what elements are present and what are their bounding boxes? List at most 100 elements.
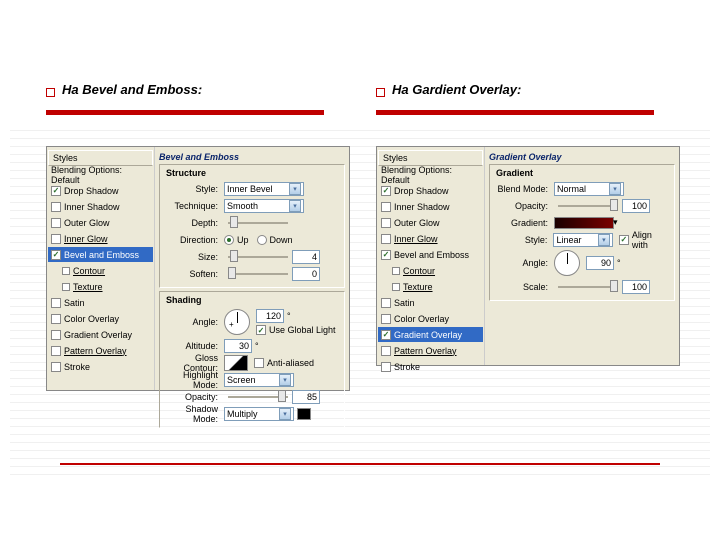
opacity-input[interactable]: 85 (292, 390, 320, 404)
style-checkbox[interactable] (51, 250, 61, 260)
angle-input[interactable]: 90 (586, 256, 614, 270)
shadow-mode-dropdown[interactable]: Multiply▾ (224, 407, 294, 421)
opacity-slider[interactable] (228, 396, 288, 398)
style-item[interactable]: Contour (48, 263, 153, 278)
slider-thumb[interactable] (610, 280, 618, 292)
style-label: Gradient Overlay (64, 330, 132, 340)
highlight-mode-dropdown[interactable]: Screen▾ (224, 373, 294, 387)
style-label: Blending Options: Default (381, 165, 480, 185)
shadow-color-swatch[interactable] (297, 408, 311, 420)
style-checkbox[interactable] (51, 298, 61, 308)
style-item[interactable]: Color Overlay (48, 311, 153, 326)
angle-dial[interactable] (554, 250, 580, 276)
style-label: Color Overlay (64, 314, 119, 324)
slider-thumb[interactable] (610, 199, 618, 211)
style-checkbox[interactable] (51, 362, 61, 372)
style-item[interactable]: Pattern Overlay (48, 343, 153, 358)
style-item[interactable]: Outer Glow (378, 215, 483, 230)
style-item[interactable]: Pattern Overlay (378, 343, 483, 358)
style-checkbox[interactable] (51, 186, 61, 196)
style-item[interactable]: Blending Options: Default (48, 167, 153, 182)
style-checkbox[interactable] (381, 202, 391, 212)
technique-dropdown[interactable]: Smooth▾ (224, 199, 304, 213)
style-label: Outer Glow (64, 218, 110, 228)
dropdown-value: Inner Bevel (227, 184, 273, 194)
slider-thumb[interactable] (230, 250, 238, 262)
style-item[interactable]: Color Overlay (378, 311, 483, 326)
chevron-down-icon[interactable]: ▾ (613, 217, 618, 228)
style-checkbox[interactable] (381, 314, 391, 324)
style-checkbox[interactable] (51, 218, 61, 228)
style-item[interactable]: Satin (378, 295, 483, 310)
style-checkbox[interactable] (62, 267, 70, 275)
style-checkbox[interactable] (51, 314, 61, 324)
style-item[interactable]: Inner Glow (48, 231, 153, 246)
style-dropdown[interactable]: Inner Bevel▾ (224, 182, 304, 196)
style-item[interactable]: Drop Shadow (378, 183, 483, 198)
style-checkbox[interactable] (381, 330, 391, 340)
slider-thumb[interactable] (230, 216, 238, 228)
style-checkbox[interactable] (51, 330, 61, 340)
gradient-swatch[interactable] (554, 217, 614, 229)
opacity-input[interactable]: 100 (622, 199, 650, 213)
style-checkbox[interactable] (392, 283, 400, 291)
style-item[interactable]: Drop Shadow (48, 183, 153, 198)
style-item[interactable]: Gradient Overlay (378, 327, 483, 342)
slider-thumb[interactable] (278, 390, 286, 402)
style-item[interactable]: Satin (48, 295, 153, 310)
altitude-input[interactable]: 30 (224, 339, 252, 353)
style-checkbox[interactable] (381, 346, 391, 356)
soften-input[interactable]: 0 (292, 267, 320, 281)
style-checkbox[interactable] (381, 234, 391, 244)
gradient-style-dropdown[interactable]: Linear▾ (553, 233, 612, 247)
angle-dial[interactable]: + (224, 309, 250, 335)
style-item[interactable]: Texture (378, 279, 483, 294)
style-item[interactable]: Outer Glow (48, 215, 153, 230)
global-light-label: Use Global Light (269, 325, 336, 335)
style-checkbox[interactable] (51, 346, 61, 356)
style-item[interactable]: Bevel and Emboss (48, 247, 153, 262)
dropdown-value: Linear (556, 235, 581, 245)
opacity-slider[interactable] (558, 205, 618, 207)
blend-mode-dropdown[interactable]: Normal▾ (554, 182, 624, 196)
style-checkbox[interactable] (51, 202, 61, 212)
scale-slider[interactable] (558, 286, 618, 288)
style-label: Style: (494, 235, 553, 245)
style-item[interactable]: Inner Shadow (48, 199, 153, 214)
angle-input[interactable]: 120 (256, 309, 284, 323)
style-item[interactable]: Blending Options: Default (378, 167, 483, 182)
style-item[interactable]: Inner Shadow (378, 199, 483, 214)
style-item[interactable]: Stroke (48, 359, 153, 374)
style-item[interactable]: Bevel and Emboss (378, 247, 483, 262)
depth-slider[interactable] (228, 222, 288, 224)
size-input[interactable]: 4 (292, 250, 320, 264)
style-checkbox[interactable] (392, 267, 400, 275)
direction-down-radio[interactable] (257, 235, 267, 245)
align-checkbox[interactable] (619, 235, 629, 245)
style-checkbox[interactable] (381, 186, 391, 196)
style-item[interactable]: Texture (48, 279, 153, 294)
group-label: Structure (166, 168, 340, 178)
gloss-contour-picker[interactable] (224, 355, 248, 371)
direction-up-radio[interactable] (224, 235, 234, 245)
soften-slider[interactable] (228, 273, 288, 275)
antialias-checkbox[interactable] (254, 358, 264, 368)
technique-label: Technique: (164, 201, 224, 211)
scale-input[interactable]: 100 (622, 280, 650, 294)
style-item[interactable]: Gradient Overlay (48, 327, 153, 342)
style-checkbox[interactable] (381, 298, 391, 308)
style-checkbox[interactable] (381, 250, 391, 260)
style-checkbox[interactable] (51, 234, 61, 244)
style-checkbox[interactable] (381, 362, 391, 372)
style-item[interactable]: Stroke (378, 359, 483, 374)
slider-thumb[interactable] (228, 267, 236, 279)
style-checkbox[interactable] (381, 218, 391, 228)
global-light-checkbox[interactable] (256, 325, 266, 335)
style-checkbox[interactable] (62, 283, 70, 291)
size-slider[interactable] (228, 256, 288, 258)
dir-down-label: Down (270, 235, 293, 245)
header-bullet (46, 88, 55, 97)
style-item[interactable]: Contour (378, 263, 483, 278)
style-item[interactable]: Inner Glow (378, 231, 483, 246)
align-label: Align with (632, 230, 670, 250)
